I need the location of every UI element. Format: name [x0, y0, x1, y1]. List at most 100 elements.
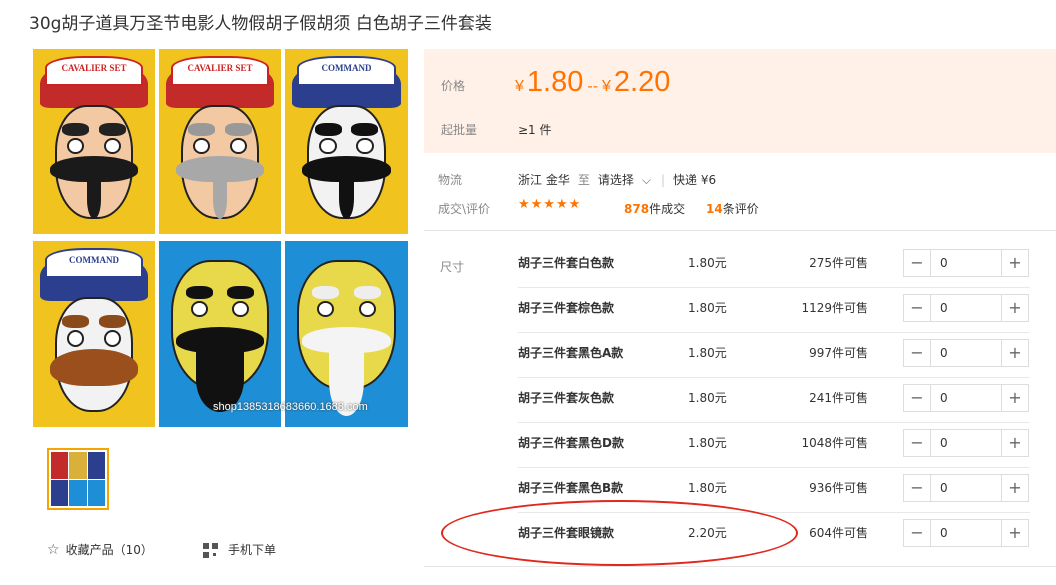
mobile-order-label: 手机下单 [228, 543, 277, 557]
card-label: COMMAND [45, 248, 143, 279]
quantity-stepper: − 0 + [903, 474, 1029, 502]
increment-button[interactable]: + [1001, 475, 1028, 501]
image-cell-blue-white-beard [285, 241, 408, 427]
decrement-button[interactable]: − [904, 340, 931, 366]
quantity-input[interactable]: 0 [932, 385, 1000, 411]
deal-count-number: 878 [624, 202, 650, 216]
sku-row: 胡子三件套棕色款 1.80元 1129件可售 − 0 + [518, 288, 1030, 333]
sku-row: 胡子三件套黑色D款 1.80元 1048件可售 − 0 + [518, 423, 1030, 468]
favorite-label: 收藏产品（10） [65, 543, 153, 557]
annotation-circle [441, 500, 798, 566]
sku-stock: 275件可售 [809, 256, 868, 270]
favorite-button[interactable]: ☆ 收藏产品（10） [47, 541, 153, 558]
moq-label: 起批量 [441, 123, 478, 137]
quantity-input[interactable]: 0 [932, 475, 1000, 501]
moq-value: ≥1 件 [518, 123, 552, 137]
price-low: 1.80 [526, 66, 584, 98]
review-count-number: 14 [706, 202, 723, 216]
logistics-origin: 浙江 金华 [518, 173, 570, 187]
increment-button[interactable]: + [1001, 520, 1028, 546]
review-count[interactable]: 14条评价 [706, 200, 759, 217]
image-cell-commander-black: COMMAND [285, 49, 408, 234]
logistics-row: 浙江 金华至请选择 ⌵ | 快递 ¥6 [518, 171, 716, 188]
sku-price: 1.80元 [688, 256, 727, 270]
increment-button[interactable]: + [1001, 430, 1028, 456]
logistics-label: 物流 [438, 173, 463, 187]
decrement-button[interactable]: − [904, 520, 931, 546]
sku-stock: 1129件可售 [801, 301, 868, 315]
quantity-stepper: − 0 + [903, 429, 1029, 457]
deal-count[interactable]: 878件成交 [624, 200, 685, 217]
quantity-stepper: − 0 + [903, 384, 1029, 412]
sku-row: 胡子三件套白色款 1.80元 275件可售 − 0 + [518, 243, 1030, 288]
quantity-stepper: − 0 + [903, 249, 1029, 277]
quantity-stepper: − 0 + [903, 339, 1029, 367]
increment-button[interactable]: + [1001, 340, 1028, 366]
sku-name: 胡子三件套黑色A款 [518, 346, 624, 360]
quantity-input[interactable]: 0 [932, 340, 1000, 366]
sku-stock: 604件可售 [809, 526, 868, 540]
price-panel: 价格 ¥1.80 -- ¥2.20 起批量 ≥1 件 [424, 49, 1056, 153]
price-label: 价格 [441, 79, 466, 93]
decrement-button[interactable]: − [904, 475, 931, 501]
sku-stock: 997件可售 [809, 346, 868, 360]
quantity-input[interactable]: 0 [932, 250, 1000, 276]
divider [424, 566, 1056, 567]
card-label: COMMAND [297, 56, 396, 86]
card-label: CAVALIER SET [171, 56, 269, 86]
sku-row: 胡子三件套黑色A款 1.80元 997件可售 − 0 + [518, 333, 1030, 378]
currency-symbol: ¥ [515, 78, 524, 95]
mobile-order-button[interactable]: 手机下单 [203, 541, 276, 558]
review-count-suffix: 条评价 [722, 202, 759, 216]
image-cell-blue-black-beard [159, 241, 281, 427]
price-range: ¥1.80 -- ¥2.20 [515, 66, 670, 99]
sku-stock: 241件可售 [809, 391, 868, 405]
increment-button[interactable]: + [1001, 295, 1028, 321]
card-label: CAVALIER SET [45, 56, 143, 86]
quantity-input[interactable]: 0 [932, 520, 1000, 546]
divider [424, 230, 1056, 231]
sku-name: 胡子三件套灰色款 [518, 391, 615, 405]
image-cell-commander-brown: COMMAND [33, 241, 155, 427]
sku-stock: 936件可售 [809, 481, 868, 495]
product-title: 30g胡子道具万圣节电影人物假胡子假胡须 白色胡子三件套装 [29, 14, 492, 34]
quantity-stepper: − 0 + [903, 519, 1029, 547]
shipping-fee: 快递 ¥6 [673, 173, 717, 187]
sku-price: 1.80元 [688, 346, 727, 360]
chevron-down-icon[interactable]: ⌵ [642, 173, 651, 187]
increment-button[interactable]: + [1001, 250, 1028, 276]
image-thumbnail[interactable] [47, 448, 109, 510]
main-product-image[interactable]: CAVALIER SET CAVALIER SET COMMAND COMMAN… [33, 49, 408, 427]
decrement-button[interactable]: − [904, 250, 931, 276]
divider: | [660, 173, 666, 187]
decrement-button[interactable]: − [904, 295, 931, 321]
sku-price: 1.80元 [688, 391, 727, 405]
qr-code-icon [203, 543, 218, 558]
size-label: 尺寸 [440, 260, 465, 274]
quantity-input[interactable]: 0 [932, 430, 1000, 456]
sku-price: 1.80元 [688, 301, 727, 315]
sku-name: 胡子三件套白色款 [518, 256, 615, 270]
decrement-button[interactable]: − [904, 385, 931, 411]
price-dash: -- [587, 78, 599, 95]
sku-name: 胡子三件套棕色款 [518, 301, 615, 315]
deals-label: 成交\评价 [438, 202, 491, 216]
increment-button[interactable]: + [1001, 385, 1028, 411]
destination-select[interactable]: 请选择 [598, 173, 634, 187]
price-high: 2.20 [613, 66, 671, 98]
sku-stock: 1048件可售 [801, 436, 868, 450]
image-watermark: shop1385318683660.1688.com [213, 401, 368, 413]
logistics-to: 至 [577, 173, 590, 187]
currency-symbol: ¥ [602, 78, 611, 95]
quantity-input[interactable]: 0 [932, 295, 1000, 321]
sku-name: 胡子三件套黑色D款 [518, 436, 624, 450]
deal-count-suffix: 件成交 [649, 202, 686, 216]
decrement-button[interactable]: − [904, 430, 931, 456]
star-outline-icon: ☆ [47, 542, 60, 558]
rating-stars-icon: ★★★★★ [518, 197, 582, 212]
image-cell-cavalier-gray: CAVALIER SET [159, 49, 281, 234]
image-cell-cavalier-black: CAVALIER SET [33, 49, 155, 234]
sku-row: 胡子三件套灰色款 1.80元 241件可售 − 0 + [518, 378, 1030, 423]
quantity-stepper: − 0 + [903, 294, 1029, 322]
sku-price: 1.80元 [688, 436, 727, 450]
